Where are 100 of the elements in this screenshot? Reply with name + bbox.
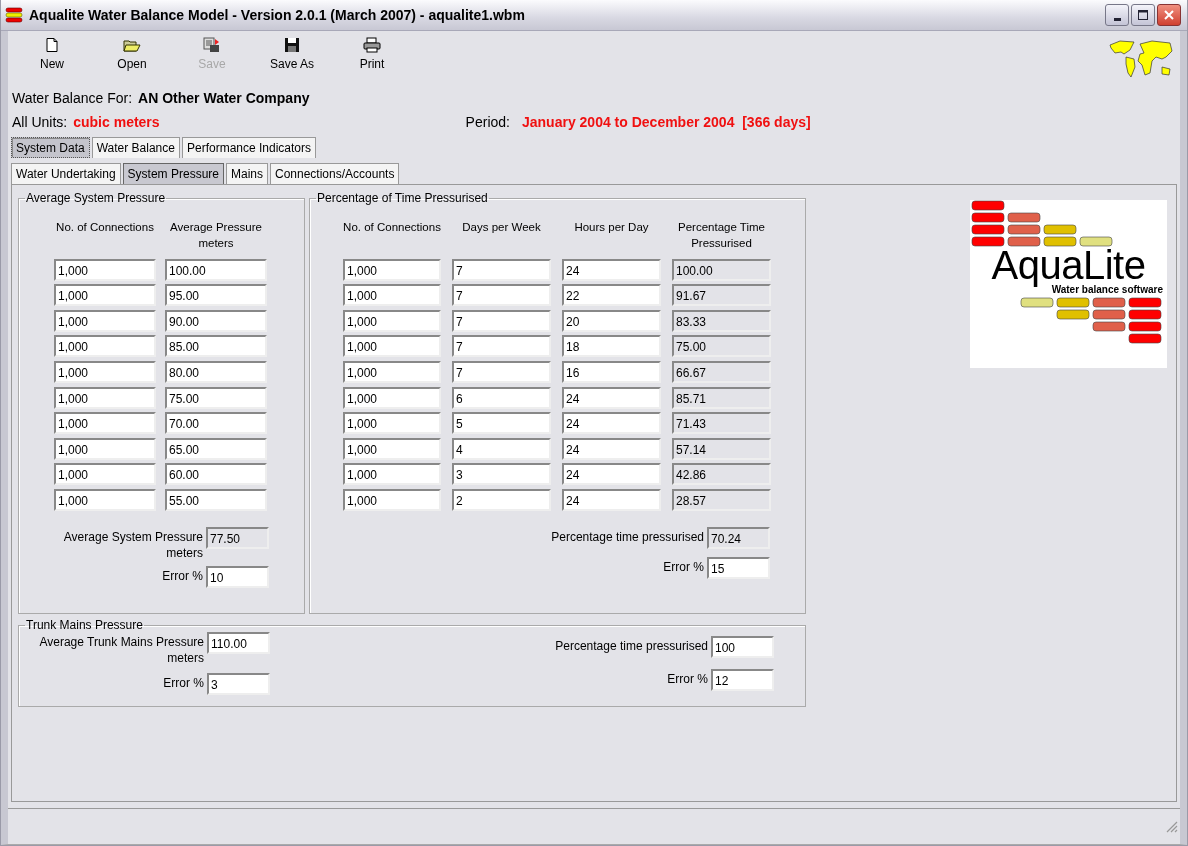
field-label: Average Trunk Mains Pressure meters	[39, 634, 204, 666]
field-label: Average System Pressure meters	[63, 528, 203, 561]
input-field[interactable]: 80.00	[165, 360, 267, 383]
logo-tagline: Water balance software	[1051, 284, 1163, 295]
input-field[interactable]: 95.00	[165, 284, 267, 307]
input-field[interactable]: 7	[452, 360, 551, 383]
input-field[interactable]: 1,000	[54, 335, 156, 358]
input-field[interactable]: 3	[207, 673, 270, 695]
input-field[interactable]: 7	[452, 335, 551, 358]
input-field[interactable]: 85.71	[672, 386, 771, 409]
field-label: Error %	[663, 558, 704, 575]
units-label: All Units:	[12, 114, 68, 130]
input-field[interactable]: 15	[707, 556, 770, 579]
input-field[interactable]: 12	[711, 669, 774, 691]
input-field[interactable]: 7	[452, 284, 551, 307]
input-field[interactable]: 83.33	[672, 309, 771, 332]
input-field[interactable]: 90.00	[165, 309, 267, 332]
input-field[interactable]: 5	[452, 412, 551, 435]
input-field[interactable]: 24	[562, 412, 661, 435]
input-field[interactable]: 100.00	[165, 258, 267, 281]
input-field[interactable]: 100.00	[672, 258, 771, 281]
input-field[interactable]: 3	[452, 463, 551, 486]
toolbar-button[interactable]: Open	[92, 37, 172, 71]
input-field[interactable]: 28.57	[672, 488, 771, 511]
input-field[interactable]: 1,000	[54, 360, 156, 383]
input-field[interactable]: 4	[452, 437, 551, 460]
input-field[interactable]: 24	[562, 488, 661, 511]
input-field[interactable]: 66.67	[672, 360, 771, 383]
field-label: Error %	[667, 671, 708, 687]
close-button[interactable]	[1157, 4, 1181, 26]
input-field[interactable]: 1,000	[54, 309, 156, 332]
input-field[interactable]: 2	[452, 488, 551, 511]
input-field[interactable]: 24	[562, 463, 661, 486]
column-header: Average Pressure meters	[169, 220, 263, 251]
input-field[interactable]: 70.24	[707, 526, 770, 549]
input-field[interactable]: 1,000	[343, 437, 441, 460]
input-field[interactable]: 55.00	[165, 488, 267, 511]
input-field[interactable]: 1,000	[54, 463, 156, 486]
input-field[interactable]: 71.43	[672, 412, 771, 435]
maximize-button[interactable]	[1131, 4, 1155, 26]
floppy-icon	[284, 37, 300, 53]
folder-icon	[123, 37, 141, 53]
input-field[interactable]: 1,000	[54, 488, 156, 511]
input-field[interactable]: 85.00	[165, 335, 267, 358]
input-field[interactable]: 1,000	[54, 412, 156, 435]
input-field[interactable]: 1,000	[343, 463, 441, 486]
input-field[interactable]: 91.67	[672, 284, 771, 307]
input-field[interactable]: 22	[562, 284, 661, 307]
input-field[interactable]: 75.00	[672, 335, 771, 358]
input-field[interactable]: 1,000	[343, 386, 441, 409]
input-field[interactable]: 10	[206, 565, 269, 588]
tab[interactable]: Mains	[225, 163, 268, 184]
input-field[interactable]: 6	[452, 386, 551, 409]
input-field[interactable]: 1,000	[343, 412, 441, 435]
input-field[interactable]: 7	[452, 258, 551, 281]
input-field[interactable]: 77.50	[206, 526, 269, 549]
printer-icon	[363, 37, 381, 53]
input-field[interactable]: 24	[562, 258, 661, 281]
toolbar-button[interactable]: Print	[332, 37, 412, 71]
tab[interactable]: Water Balance	[91, 137, 180, 158]
company-name: AN Other Water Company	[138, 90, 310, 106]
tab[interactable]: System Data	[11, 137, 90, 158]
input-field[interactable]: 60.00	[165, 463, 267, 486]
column-header: No. of Connections	[55, 220, 155, 235]
input-field[interactable]: 100	[711, 636, 774, 658]
toolbar-button[interactable]: Save As	[252, 37, 332, 71]
tab[interactable]: Connections/Accounts	[270, 163, 400, 184]
minimize-icon	[1113, 17, 1121, 21]
input-field[interactable]: 16	[562, 360, 661, 383]
input-field[interactable]: 1,000	[343, 258, 441, 281]
input-field[interactable]: 1,000	[54, 437, 156, 460]
input-field[interactable]: 110.00	[207, 632, 270, 654]
input-field[interactable]: 57.14	[672, 437, 771, 460]
input-field[interactable]: 1,000	[343, 335, 441, 358]
input-field[interactable]: 1,000	[343, 309, 441, 332]
column-header: Hours per Day	[573, 220, 650, 235]
input-field[interactable]: 24	[562, 386, 661, 409]
close-icon	[1163, 9, 1175, 21]
toolbar-button[interactable]: New	[12, 37, 92, 71]
input-field[interactable]: 1,000	[343, 284, 441, 307]
input-field[interactable]: 1,000	[343, 488, 441, 511]
input-field[interactable]: 42.86	[672, 463, 771, 486]
input-field[interactable]: 1,000	[54, 258, 156, 281]
input-field[interactable]: 75.00	[165, 386, 267, 409]
input-field[interactable]: 18	[562, 335, 661, 358]
input-field[interactable]: 70.00	[165, 412, 267, 435]
input-field[interactable]: 1,000	[54, 386, 156, 409]
app-icon	[5, 7, 23, 23]
world-map-icon	[1108, 39, 1174, 79]
input-field[interactable]: 1,000	[343, 360, 441, 383]
input-field[interactable]: 65.00	[165, 437, 267, 460]
window-title: Aqualite Water Balance Model - Version 2.0.1 (March 2007) - aqualite1.wbm	[29, 7, 526, 23]
tab[interactable]: System Pressure	[122, 163, 224, 184]
tab[interactable]: Performance Indicators	[181, 137, 317, 158]
input-field[interactable]: 1,000	[54, 284, 156, 307]
input-field[interactable]: 20	[562, 309, 661, 332]
minimize-button[interactable]	[1105, 4, 1129, 26]
input-field[interactable]: 7	[452, 309, 551, 332]
tab[interactable]: Water Undertaking	[11, 163, 121, 184]
input-field[interactable]: 24	[562, 437, 661, 460]
